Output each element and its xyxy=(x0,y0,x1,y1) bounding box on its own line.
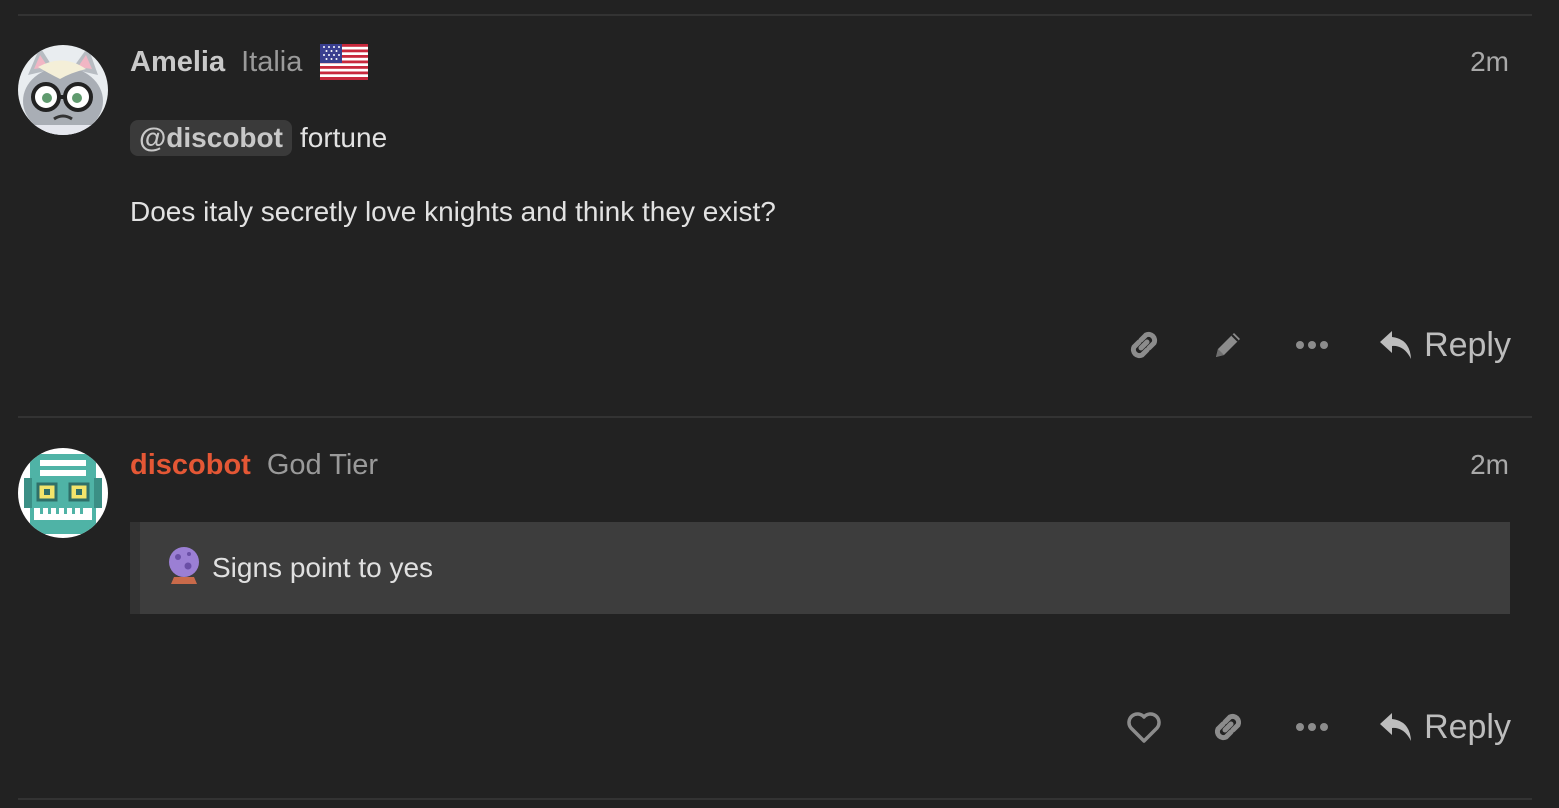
show-more-actions-button[interactable] xyxy=(1270,320,1354,370)
fortune-text: Signs point to yes xyxy=(212,552,434,583)
reply-button[interactable]: Reply xyxy=(1378,708,1511,747)
fortune-blockquote: Signs point to yes xyxy=(130,522,1510,614)
avatar[interactable] xyxy=(18,448,108,538)
reply-label: Reply xyxy=(1424,325,1511,364)
ellipsis-icon xyxy=(1296,341,1329,349)
avatar[interactable] xyxy=(18,45,108,135)
post-divider xyxy=(18,798,1532,800)
username[interactable]: discobot xyxy=(130,449,251,482)
heart-icon xyxy=(1127,712,1161,743)
show-more-actions-button[interactable] xyxy=(1270,702,1354,752)
pencil-icon xyxy=(1216,333,1241,357)
us-flag-icon xyxy=(320,44,369,80)
mention-tail-text: fortune xyxy=(299,122,388,153)
user-title: God Tier xyxy=(266,448,379,481)
post-divider xyxy=(18,14,1532,16)
post-body-text: Does italy secretly love knights and thi… xyxy=(130,196,776,227)
post-date[interactable]: 2m xyxy=(1470,42,1509,82)
like-button[interactable] xyxy=(1102,702,1186,752)
copy-link-button[interactable] xyxy=(1102,320,1186,370)
crystal-ball-icon xyxy=(166,545,202,592)
post-controls: Reply xyxy=(1102,320,1511,370)
ellipsis-icon xyxy=(1296,723,1329,731)
reply-arrow-icon xyxy=(1380,713,1412,741)
username[interactable]: Amelia xyxy=(130,46,225,79)
copy-link-button[interactable] xyxy=(1186,702,1270,752)
post-names: discobot God Tier xyxy=(130,445,396,485)
edit-button[interactable] xyxy=(1186,320,1270,370)
post-divider xyxy=(18,416,1532,418)
topic-post-stream: Amelia Italia 2m @discobot fortune Does … xyxy=(0,0,1559,808)
user-title: Italia xyxy=(241,45,303,78)
link-icon xyxy=(1131,331,1158,359)
post-names: Amelia Italia xyxy=(130,42,369,82)
robot-avatar-icon xyxy=(18,448,108,538)
mention-link[interactable]: @discobot xyxy=(130,120,292,156)
post-controls: Reply xyxy=(1102,702,1511,752)
post-date[interactable]: 2m xyxy=(1470,445,1509,485)
reply-button[interactable]: Reply xyxy=(1378,326,1511,365)
reply-arrow-icon xyxy=(1380,331,1412,359)
cat-avatar-icon xyxy=(18,45,108,135)
reply-label: Reply xyxy=(1424,707,1511,746)
link-icon xyxy=(1215,713,1242,741)
post-body: @discobot fortune xyxy=(130,120,387,156)
